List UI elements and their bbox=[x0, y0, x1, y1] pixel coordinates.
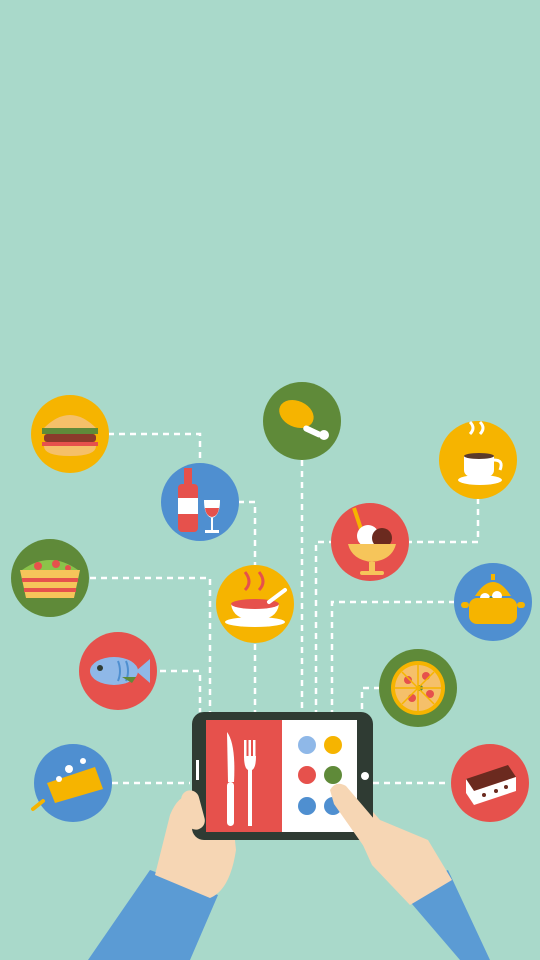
salad-bowl-icon[interactable] bbox=[11, 539, 89, 617]
soup-bowl-icon[interactable] bbox=[216, 565, 294, 643]
wine-icon[interactable] bbox=[161, 463, 239, 541]
menu-dot[interactable] bbox=[324, 736, 342, 754]
food-menu-illustration bbox=[0, 0, 540, 960]
burger-icon[interactable] bbox=[31, 395, 109, 473]
menu-dot[interactable] bbox=[298, 736, 316, 754]
pizza-icon[interactable] bbox=[379, 649, 457, 727]
menu-dot[interactable] bbox=[298, 797, 316, 815]
chicken-leg-icon[interactable] bbox=[263, 382, 341, 460]
ice-cream-icon[interactable] bbox=[331, 503, 409, 581]
cake-slice-icon[interactable] bbox=[451, 744, 529, 822]
tablet-home-button[interactable] bbox=[361, 772, 369, 780]
menu-dot[interactable] bbox=[298, 766, 316, 784]
coffee-cup-icon[interactable] bbox=[439, 420, 517, 499]
menu-dot[interactable] bbox=[324, 766, 342, 784]
tablet-side-button bbox=[196, 760, 199, 780]
cooking-pot-icon[interactable] bbox=[454, 563, 532, 641]
fish-icon[interactable] bbox=[79, 632, 157, 710]
menu-left-panel bbox=[206, 720, 282, 832]
